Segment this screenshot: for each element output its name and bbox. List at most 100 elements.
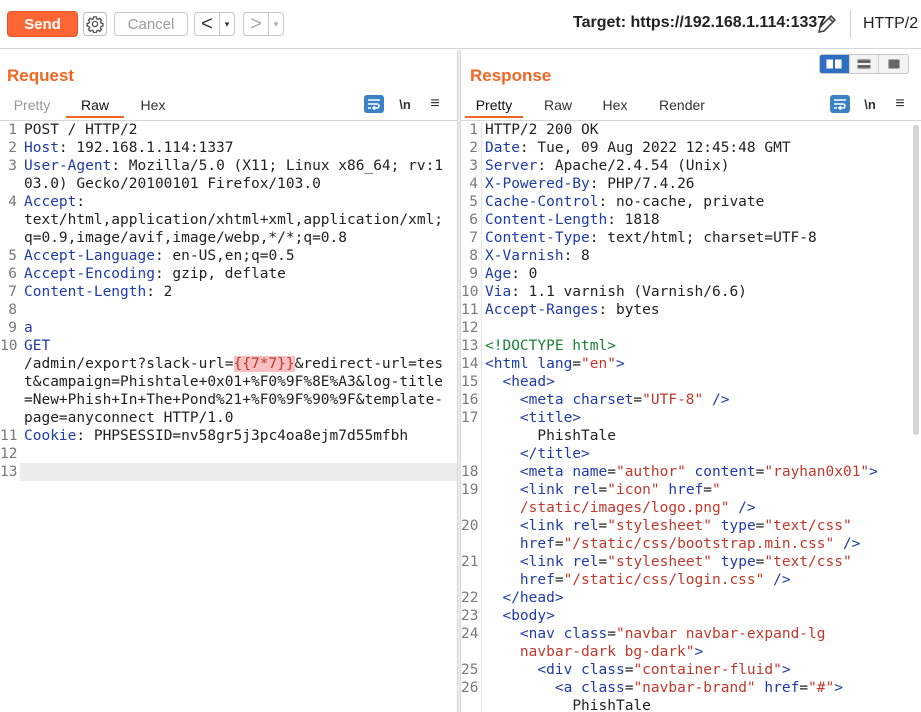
code-line[interactable]: 7 Content-Type: text/html; charset=UTF-8 — [461, 229, 921, 247]
code-line[interactable]: 25 <div class="container-fluid"> — [461, 661, 921, 679]
layout-top-bottom-icon[interactable] — [849, 55, 880, 73]
code-line[interactable]: 2 Host: 192.168.1.114:1337 — [0, 139, 457, 157]
code-line[interactable]: 6 Content-Length: 1818 — [461, 211, 921, 229]
line-number: 6 — [8, 266, 17, 282]
response-scrollbar[interactable] — [913, 125, 919, 435]
code-token: : en-US,en;q=0.5 — [154, 248, 295, 264]
code-line[interactable]: 11 Cookie: PHPSESSID=nv58gr5j3pc4oa8ejm7d… — [0, 427, 457, 445]
request-tab-pretty[interactable]: Pretty — [6, 92, 58, 118]
request-editor[interactable]: 1 POST / HTTP/2 2 Host: 192.168.1.114:1337 3… — [0, 120, 457, 712]
code-line[interactable]: 23 <body> — [461, 607, 921, 625]
line-number: 23 — [461, 607, 482, 625]
code-line[interactable]: 14 <html lang="en"> — [461, 355, 921, 373]
code-line[interactable]: 9 Age: 0 — [461, 265, 921, 283]
code-line[interactable]: 1 HTTP/2 200 OK — [461, 121, 921, 139]
line-text: Via: 1.1 varnish (Varnish/6.6) — [485, 283, 921, 301]
code-line[interactable]: 15 <head> — [461, 373, 921, 391]
code-line[interactable]: 11 Accept-Ranges: bytes — [461, 301, 921, 319]
line-number: 11 — [461, 301, 482, 319]
code-line[interactable]: 4 Accept: text/html,application/xhtml+xml… — [0, 193, 457, 247]
request-tab-raw[interactable]: Raw — [66, 92, 124, 118]
newline-toggle-icon[interactable]: \n — [860, 95, 880, 113]
code-line[interactable]: 9a — [0, 319, 457, 337]
code-token: Server — [485, 158, 538, 174]
code-line[interactable]: 10 Via: 1.1 varnish (Varnish/6.6) — [461, 283, 921, 301]
code-line[interactable]: 8 — [0, 301, 457, 319]
code-line[interactable]: 12 — [461, 319, 921, 337]
layout-single-icon[interactable] — [879, 55, 908, 73]
code-token: <nav — [519, 626, 564, 642]
code-line[interactable]: 18 <meta name="author" content="rayhan0x… — [461, 463, 921, 481]
line-text: Host: 192.168.1.114:1337 — [20, 139, 457, 157]
code-token: > — [834, 680, 843, 696]
response-tab-render[interactable]: Render — [653, 92, 711, 118]
line-text — [20, 445, 457, 463]
code-line[interactable]: 21 <link rel="stylesheet" type="text/css… — [461, 553, 921, 589]
hamburger-menu-icon[interactable]: ≡ — [425, 95, 445, 113]
code-line[interactable]: 20 <link rel="stylesheet" type="text/css… — [461, 517, 921, 553]
code-line[interactable]: 13 <!DOCTYPE html> — [461, 337, 921, 355]
code-token: class — [563, 626, 608, 642]
settings-button[interactable] — [83, 12, 107, 36]
code-line[interactable]: 17 <title> PhishTale </title> — [461, 409, 921, 463]
http-version-selector[interactable]: HTTP/2 — [863, 15, 918, 33]
line-text: <meta name="author" content="rayhan0x01"… — [485, 463, 921, 481]
line-text: <body> — [485, 607, 921, 625]
cancel-button[interactable]: Cancel — [114, 12, 188, 36]
code-line[interactable]: 2 Date: Tue, 09 Aug 2022 12:45:48 GMT — [461, 139, 921, 157]
request-title: Request — [7, 66, 75, 85]
code-line[interactable]: 13 — [0, 463, 457, 481]
code-line[interactable]: 4 X-Powered-By: PHP/7.4.26 — [461, 175, 921, 193]
code-token: "container-fluid" — [633, 662, 782, 678]
code-line[interactable]: 1 POST / HTTP/2 — [0, 121, 457, 139]
line-number: 1 — [8, 122, 17, 138]
code-token: href — [764, 680, 800, 696]
line-number: 25 — [461, 661, 482, 679]
edit-pencil-icon[interactable] — [815, 12, 839, 36]
code-line[interactable]: 5 Accept-Language: en-US,en;q=0.5 — [0, 247, 457, 265]
response-tab-raw[interactable]: Raw — [535, 92, 581, 118]
code-line[interactable]: 7 Content-Length: 2 — [0, 283, 457, 301]
code-line[interactable]: 3 User-Agent: Mozilla/5.0 (X11; Linux x86… — [0, 157, 457, 193]
request-tab-hex[interactable]: Hex — [132, 92, 174, 118]
wrap-lines-icon[interactable] — [364, 95, 384, 113]
code-line[interactable]: 3 Server: Apache/2.4.54 (Unix) — [461, 157, 921, 175]
single-view-glyph — [888, 59, 900, 69]
code-line[interactable]: 24 <nav class="navbar navbar-expand-lg n… — [461, 625, 921, 661]
code-token: Content-Type — [485, 230, 590, 246]
line-text: <link rel="stylesheet" type="text/css" h… — [485, 553, 921, 589]
newline-toggle-icon[interactable]: \n — [395, 95, 415, 113]
code-line[interactable]: 26 <a class="navbar-brand" href="#"> Phi… — [461, 679, 921, 712]
wrap-lines-icon[interactable] — [830, 95, 850, 113]
code-line[interactable]: 22 </head> — [461, 589, 921, 607]
response-tab-hex[interactable]: Hex — [595, 92, 635, 118]
line-text: Age: 0 — [485, 265, 921, 283]
response-tab-pretty[interactable]: Pretty — [465, 92, 523, 118]
code-line[interactable]: 19 <link rel="icon" href=" /static/image… — [461, 481, 921, 517]
code-line[interactable]: 10 GET /admin/export?slack-url={{7*7}}&re… — [0, 337, 457, 427]
line-text: Accept-Language: en-US,en;q=0.5 — [20, 247, 457, 265]
code-line[interactable]: 12 — [0, 445, 457, 463]
back-history-dropdown[interactable]: ▾ — [219, 13, 234, 35]
response-editor[interactable]: 1 HTTP/2 200 OK 2 Date: Tue, 09 Aug 2022 12… — [461, 120, 921, 712]
forward-arrow-icon[interactable]: > — [244, 13, 268, 35]
code-line[interactable]: 8 X-Varnish: 8 — [461, 247, 921, 265]
hamburger-menu-icon[interactable]: ≡ — [890, 95, 910, 113]
code-line[interactable]: 6 Accept-Encoding: gzip, deflate — [0, 265, 457, 283]
code-token: href — [519, 536, 555, 552]
line-text: <meta charset="UTF-8" /> — [485, 391, 921, 409]
wrap-lines-glyph — [834, 99, 846, 110]
line-text: Cookie: PHPSESSID=nv58gr5j3pc4oa8ejm7d55… — [20, 427, 457, 445]
layout-side-by-side-icon[interactable] — [820, 55, 850, 73]
code-token: : 1818 — [607, 212, 660, 228]
code-token: content — [694, 464, 756, 480]
code-line[interactable]: 5 Cache-Control: no-cache, private — [461, 193, 921, 211]
code-token: rel — [572, 518, 599, 534]
code-line[interactable]: 16 <meta charset="UTF-8" /> — [461, 391, 921, 409]
forward-history-dropdown[interactable]: ▾ — [268, 13, 283, 35]
back-arrow-icon[interactable]: < — [195, 13, 219, 35]
send-button[interactable]: Send — [7, 11, 78, 37]
